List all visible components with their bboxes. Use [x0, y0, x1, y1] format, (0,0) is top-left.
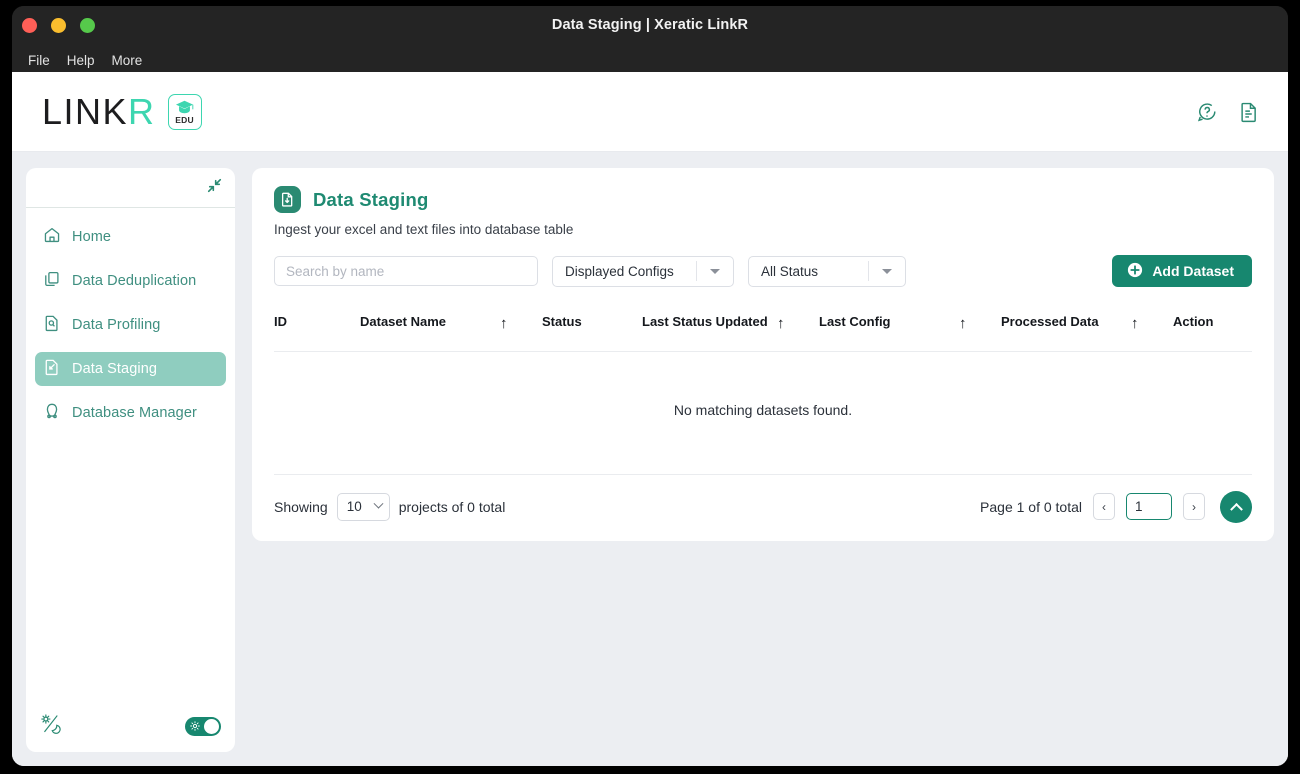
main-region: Home Data Deduplication Data Profiling D…: [12, 152, 1288, 766]
theme-toggle[interactable]: [185, 716, 221, 736]
page-number-input[interactable]: [1126, 493, 1172, 521]
status-filter-value: All Status: [761, 263, 819, 279]
logo-wordmark: LINKR: [42, 91, 156, 133]
search-input[interactable]: [274, 256, 538, 286]
file-download-icon: [274, 186, 301, 213]
previous-page-button[interactable]: ‹: [1093, 493, 1115, 521]
showing-suffix-label: projects of 0 total: [398, 498, 506, 515]
sort-arrow-icon: ↑: [1131, 315, 1139, 332]
logo-text-accent: R: [128, 90, 156, 132]
toggle-knob: [204, 718, 219, 734]
rows-per-page-select[interactable]: 10: [336, 492, 390, 521]
sidebar-header: [26, 168, 235, 208]
page-header: Data Staging: [274, 186, 1252, 213]
app-header: LINKR EDU: [12, 72, 1288, 152]
help-chat-icon[interactable]: [1196, 101, 1218, 123]
column-header-last-config: Last Config: [819, 314, 891, 329]
datasets-table: ID Dataset Name ↑ Status Last Status Upd…: [274, 305, 1252, 475]
sidebar-footer: [26, 700, 235, 752]
empty-state-message: No matching datasets found.: [274, 350, 1252, 475]
profile-search-icon: [43, 314, 61, 337]
page-title: Data Staging: [313, 188, 429, 210]
title-bar: Data Staging | Xeratic LinkR: [12, 6, 1288, 48]
column-header-action: Action: [1173, 314, 1214, 329]
status-filter-select[interactable]: All Status: [748, 255, 906, 287]
column-header-dataset-name: Dataset Name: [360, 314, 446, 329]
sidebar-item-data-deduplication[interactable]: Data Deduplication: [35, 264, 226, 298]
sort-last-config[interactable]: ↑: [959, 305, 1001, 351]
plus-circle-icon: [1127, 262, 1143, 281]
menu-item-more[interactable]: More: [112, 53, 143, 68]
sort-processed-data[interactable]: ↑: [1131, 305, 1173, 351]
header-actions: [1196, 101, 1260, 123]
collapse-arrows-icon[interactable]: [206, 177, 223, 199]
sidebar-item-label: Data Deduplication: [72, 273, 197, 289]
sidebar-item-label: Home: [72, 229, 112, 245]
table-footer: Showing 10 projects of 0 total Page 1 of…: [274, 475, 1252, 541]
sidebar-item-label: Data Staging: [72, 361, 158, 377]
sidebar-nav: Home Data Deduplication Data Profiling D…: [26, 208, 235, 700]
chevron-down-icon: [869, 268, 905, 274]
file-arrow-icon: [43, 358, 61, 381]
column-header-id: ID: [274, 314, 287, 329]
table-head: ID Dataset Name ↑ Status Last Status Upd…: [274, 305, 1252, 351]
edu-badge: EDU: [167, 93, 202, 130]
app-window: Data Staging | Xeratic LinkR File Help M…: [12, 6, 1288, 766]
sort-last-status-updated[interactable]: ↑: [777, 305, 819, 351]
database-icon: [43, 402, 61, 425]
displayed-configs-select[interactable]: Displayed Configs: [552, 255, 734, 287]
table-body: No matching datasets found.: [274, 350, 1252, 475]
content-area: Data Staging Ingest your excel and text …: [252, 168, 1274, 766]
brand-logo[interactable]: LINKR EDU: [42, 91, 202, 133]
menu-item-file[interactable]: File: [28, 53, 50, 68]
rows-per-page-value: 10: [346, 499, 362, 515]
showing-prefix-label: Showing: [274, 498, 328, 515]
pagination: Page 1 of 0 total ‹ ›: [980, 490, 1252, 523]
sidebar-item-data-staging[interactable]: Data Staging: [35, 352, 226, 386]
page-subtitle: Ingest your excel and text files into da…: [274, 222, 574, 237]
sort-arrow-icon: ↑: [959, 315, 967, 332]
empty-state-row: No matching datasets found.: [274, 350, 1252, 475]
edu-badge-label: EDU: [175, 114, 194, 125]
application-root: LINKR EDU Home Data Deduplication Data P…: [12, 72, 1288, 766]
scroll-to-top-button[interactable]: [1220, 490, 1252, 523]
sidebar-item-label: Data Profiling: [72, 317, 161, 333]
sidebar-item-home[interactable]: Home: [35, 220, 226, 254]
add-dataset-label: Add Dataset: [1152, 263, 1234, 279]
home-icon: [43, 226, 61, 249]
chevron-down-icon: [373, 498, 384, 509]
chevron-up-icon: [1229, 503, 1243, 516]
sidebar-item-label: Database Manager: [72, 405, 197, 421]
menu-item-help[interactable]: Help: [67, 53, 95, 68]
report-document-icon[interactable]: [1238, 101, 1260, 123]
sidebar-item-database-manager[interactable]: Database Manager: [35, 396, 226, 430]
sort-arrow-icon: ↑: [777, 315, 785, 332]
sidebar-item-data-profiling[interactable]: Data Profiling: [35, 308, 226, 342]
filter-bar: Displayed Configs All Status: [274, 255, 1252, 287]
table-header-row: ID Dataset Name ↑ Status Last Status Upd…: [274, 305, 1252, 351]
next-page-button[interactable]: ›: [1183, 493, 1205, 521]
column-header-last-status-updated: Last Status Updated: [642, 314, 768, 329]
window-title: Data Staging | Xeratic LinkR: [551, 17, 749, 33]
copy-icon: [43, 270, 61, 293]
add-dataset-button[interactable]: Add Dataset: [1112, 255, 1252, 287]
displayed-configs-value: Displayed Configs: [565, 263, 674, 279]
logo-text-main: LINK: [42, 90, 129, 132]
sort-dataset-name[interactable]: ↑: [500, 305, 542, 351]
sort-arrow-icon: ↑: [500, 315, 508, 332]
showing-group: Showing 10 projects of 0 total: [274, 492, 506, 521]
sun-moon-icon[interactable]: [40, 713, 62, 740]
column-header-processed-data: Processed Data: [1001, 314, 1099, 329]
toggle-sun-icon: [190, 721, 200, 731]
sidebar: Home Data Deduplication Data Profiling D…: [26, 168, 235, 752]
page-status-label: Page 1 of 0 total: [980, 498, 1082, 515]
graduation-cap-icon: [175, 100, 194, 114]
data-staging-card: Data Staging Ingest your excel and text …: [252, 168, 1274, 541]
column-header-status: Status: [542, 314, 582, 329]
chevron-down-icon: [697, 268, 733, 274]
menu-bar: File Help More: [12, 48, 1288, 72]
